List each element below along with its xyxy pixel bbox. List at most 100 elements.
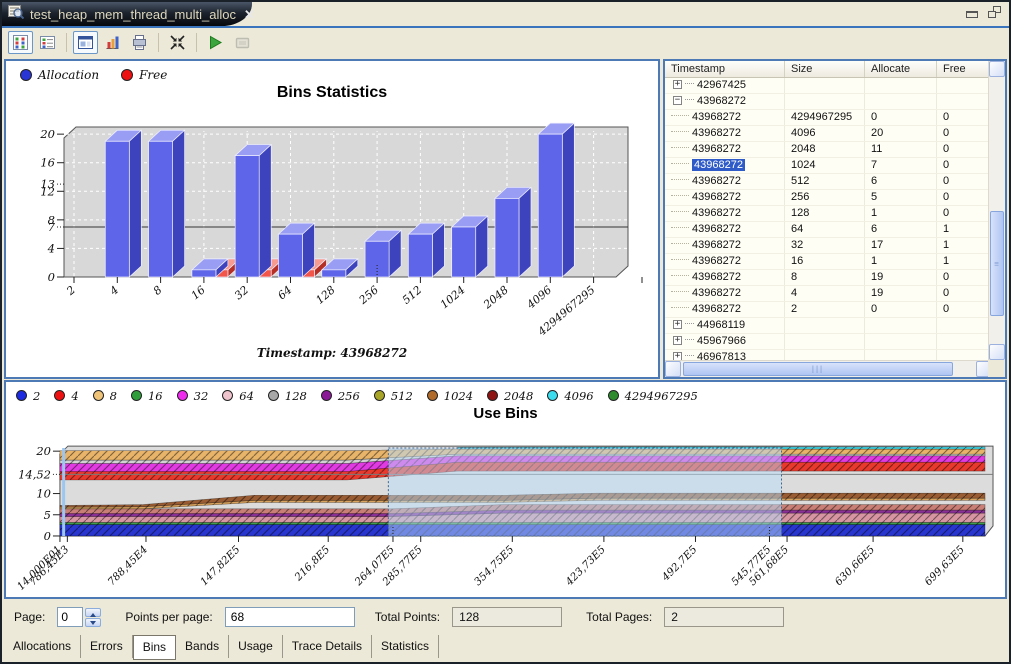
bin-dot-icon bbox=[222, 390, 233, 401]
legend-label: Allocation bbox=[38, 68, 99, 82]
bin-dot-icon bbox=[321, 390, 332, 401]
table-row[interactable]: 43968272429496729500 bbox=[665, 110, 992, 126]
tab-statistics[interactable]: Statistics bbox=[372, 635, 439, 658]
vertical-scroll-thumb[interactable]: ≡ bbox=[990, 211, 1004, 316]
allocation-bar-2048 bbox=[495, 187, 531, 277]
table-header[interactable]: TimestampSizeAllocateFree bbox=[665, 61, 992, 78]
svg-text:1024: 1024 bbox=[438, 283, 468, 311]
tab-bands[interactable]: Bands bbox=[176, 635, 229, 658]
cell-timestamp: 43968272 bbox=[665, 286, 785, 301]
cell-free bbox=[937, 318, 992, 333]
selection-overlay[interactable] bbox=[388, 448, 781, 536]
tab-errors[interactable]: Errors bbox=[81, 635, 133, 658]
column-header-allocate[interactable]: Allocate bbox=[865, 61, 937, 77]
cell-timestamp: 43968272 bbox=[665, 190, 785, 205]
table-group-row[interactable]: +45967966 bbox=[665, 334, 992, 350]
horizontal-scrollbar[interactable]: ||| bbox=[665, 360, 992, 377]
scroll-up-button[interactable] bbox=[989, 61, 1005, 77]
cell-allocate: 6 bbox=[865, 222, 937, 237]
table-row[interactable]: 43968272102470 bbox=[665, 158, 992, 174]
tree-line bbox=[671, 211, 689, 212]
overview-window-button[interactable] bbox=[73, 31, 98, 54]
cell-size bbox=[785, 318, 865, 333]
tab-usage[interactable]: Usage bbox=[229, 635, 283, 658]
cell-size bbox=[785, 78, 865, 93]
collapse-button[interactable] bbox=[165, 31, 190, 54]
close-icon[interactable]: ✕ bbox=[244, 8, 255, 21]
grid-view-button[interactable] bbox=[8, 31, 33, 54]
cell-timestamp: 43968272 bbox=[665, 238, 785, 253]
tab-bins[interactable]: Bins bbox=[133, 635, 176, 660]
table-row[interactable]: 439682722048110 bbox=[665, 142, 992, 158]
table-body: +42967425−439682724396827242949672950043… bbox=[665, 78, 992, 360]
column-header-free[interactable]: Free bbox=[937, 61, 992, 77]
print-button[interactable] bbox=[127, 31, 152, 54]
svg-text:4: 4 bbox=[47, 241, 55, 255]
cell-free: 0 bbox=[937, 286, 992, 301]
page-spin-up-button[interactable] bbox=[85, 608, 101, 617]
tab-allocations[interactable]: Allocations bbox=[4, 635, 81, 658]
legend-item-16: 16 bbox=[131, 389, 163, 403]
tree-toggle-icon[interactable]: + bbox=[673, 80, 682, 89]
table-group-row[interactable]: +42967425 bbox=[665, 78, 992, 94]
svg-text:14,52: 14,52 bbox=[18, 467, 51, 481]
table-row[interactable]: 439682724096200 bbox=[665, 126, 992, 142]
vertical-scrollbar[interactable]: ≡ bbox=[988, 61, 1005, 360]
restore-icon[interactable] bbox=[988, 6, 1001, 18]
column-header-timestamp[interactable]: Timestamp bbox=[665, 61, 785, 77]
list-view-icon bbox=[39, 34, 56, 51]
tree-toggle-icon[interactable]: + bbox=[673, 336, 682, 345]
table-row[interactable]: 4396827251260 bbox=[665, 174, 992, 190]
cell-timestamp: 43968272 bbox=[665, 110, 785, 125]
page-spin-down-button[interactable] bbox=[85, 618, 101, 627]
table-group-row[interactable]: +44968119 bbox=[665, 318, 992, 334]
cell-free bbox=[937, 78, 992, 93]
timestamp-text: 43968272 bbox=[692, 271, 741, 283]
table-group-row[interactable]: −43968272 bbox=[665, 94, 992, 110]
table-row[interactable]: 43968272200 bbox=[665, 302, 992, 318]
legend-label: Free bbox=[139, 68, 167, 82]
table-group-row[interactable]: +46967813 bbox=[665, 350, 992, 360]
tree-toggle-icon[interactable]: + bbox=[673, 352, 682, 360]
cell-free: 0 bbox=[937, 190, 992, 205]
legend-item-256: 256 bbox=[321, 389, 360, 403]
bottom-tab-bar: AllocationsErrorsBinsBandsUsageTrace Det… bbox=[2, 635, 1009, 660]
svg-text:20: 20 bbox=[35, 444, 51, 458]
cell-timestamp: 43968272 bbox=[665, 142, 785, 157]
cell-size bbox=[785, 350, 865, 360]
table-row[interactable]: 4396827232171 bbox=[665, 238, 992, 254]
cell-timestamp: +42967425 bbox=[665, 78, 785, 93]
tree-toggle-icon[interactable]: + bbox=[673, 320, 682, 329]
tab-trace-details[interactable]: Trace Details bbox=[283, 635, 372, 658]
snapshot-button[interactable] bbox=[230, 31, 255, 54]
points-per-page-input[interactable] bbox=[225, 607, 355, 627]
scroll-left-button[interactable] bbox=[665, 361, 681, 377]
svg-text:20: 20 bbox=[39, 127, 55, 141]
list-view-button[interactable] bbox=[35, 31, 60, 54]
horizontal-scroll-thumb[interactable]: ||| bbox=[683, 362, 953, 376]
view-tab[interactable]: test_heap_mem_thread_multi_alloc ✕ bbox=[2, 2, 252, 26]
cell-free bbox=[937, 94, 992, 109]
table-row[interactable]: 439682726461 bbox=[665, 222, 992, 238]
timestamp-text: 43968272 bbox=[692, 143, 741, 155]
bar-chart-button[interactable] bbox=[100, 31, 125, 54]
column-header-size[interactable]: Size bbox=[785, 61, 865, 77]
cell-timestamp: +44968119 bbox=[665, 318, 785, 333]
table-row[interactable]: 4396827212810 bbox=[665, 206, 992, 222]
run-button[interactable] bbox=[203, 31, 228, 54]
table-row[interactable]: 439682728190 bbox=[665, 270, 992, 286]
scroll-down-button[interactable] bbox=[989, 344, 1005, 360]
legend-item-4: 4 bbox=[54, 389, 78, 403]
bin-dot-icon bbox=[427, 390, 438, 401]
overview-window-icon bbox=[77, 34, 94, 51]
page-input[interactable] bbox=[57, 607, 83, 627]
cell-free: 1 bbox=[937, 222, 992, 237]
svg-text:4: 4 bbox=[107, 283, 121, 298]
allocation-table-panel: TimestampSizeAllocateFree +42967425−4396… bbox=[663, 59, 1007, 379]
tree-toggle-icon[interactable]: − bbox=[673, 96, 682, 105]
table-row[interactable]: 439682724190 bbox=[665, 286, 992, 302]
total-pages-value: 2 bbox=[664, 607, 784, 627]
table-row[interactable]: 4396827225650 bbox=[665, 190, 992, 206]
table-row[interactable]: 439682721611 bbox=[665, 254, 992, 270]
minimize-icon[interactable] bbox=[966, 11, 978, 18]
